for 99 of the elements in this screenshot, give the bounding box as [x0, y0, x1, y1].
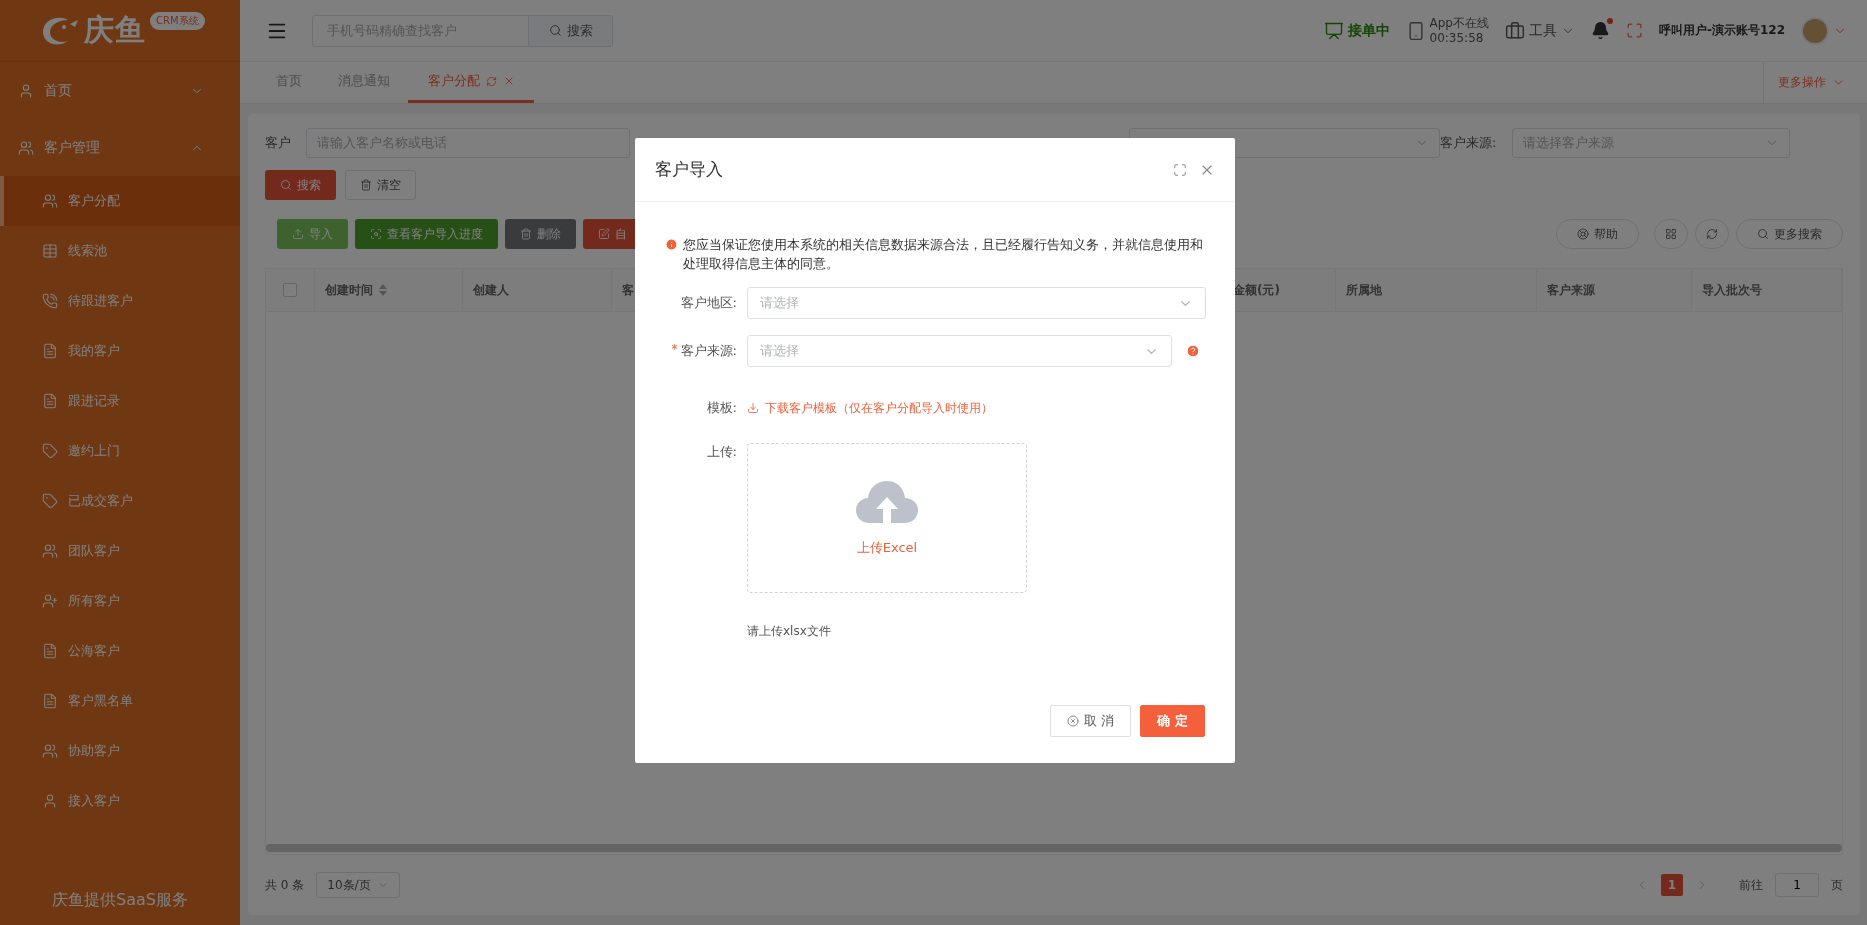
page-input[interactable]: 1	[1775, 873, 1819, 897]
field-label: 客户地区:	[680, 294, 737, 312]
columns-button[interactable]	[1654, 219, 1688, 249]
tag-icon	[42, 493, 58, 509]
people-icon	[18, 139, 34, 156]
tag-icon	[42, 443, 58, 459]
search-icon	[1757, 228, 1769, 240]
filter-label: 客户	[265, 134, 292, 152]
menu-item[interactable]: 我的客户	[0, 326, 240, 376]
field-label: 模板:	[706, 399, 737, 417]
search-icon	[280, 179, 292, 191]
refresh-icon	[485, 75, 497, 87]
person-icon	[42, 793, 58, 809]
menu-item[interactable]: 协助客户	[0, 726, 240, 776]
upload-hint: 请上传xlsx文件	[747, 623, 832, 640]
menu-group[interactable]: 客户管理	[0, 119, 240, 176]
goto-label: 前往	[1739, 876, 1763, 894]
scrollbar[interactable]	[266, 844, 1842, 852]
menu-item[interactable]: 跟进记录	[0, 376, 240, 426]
person-icon	[18, 82, 34, 99]
refresh-icon	[1706, 228, 1718, 240]
sort-icon[interactable]	[379, 284, 387, 296]
menu-item[interactable]: 线索池	[0, 226, 240, 276]
checkbox[interactable]	[283, 283, 297, 297]
page-size-select[interactable]: 10条/页	[316, 872, 401, 898]
filter-label: 客户来源:	[1440, 134, 1498, 152]
toolbar-button[interactable]: 查看客户导入进度	[355, 219, 498, 249]
field-label: 客户来源:	[680, 342, 737, 360]
select-field[interactable]: 请选择	[747, 335, 1172, 367]
trash-icon	[360, 179, 372, 191]
logo-text: 庆鱼	[84, 11, 146, 49]
menu-item[interactable]: 客户分配	[0, 176, 240, 226]
toolbox-icon	[1504, 20, 1525, 41]
menu-item[interactable]: 团队客户	[0, 526, 240, 576]
fullscreen-icon[interactable]	[1625, 22, 1643, 39]
confirm-button[interactable]: 确 定	[1140, 705, 1205, 737]
clear-button[interactable]: 清空	[345, 170, 416, 200]
search-button[interactable]: 搜索	[528, 15, 612, 46]
toolbar-button[interactable]: 导入	[277, 219, 348, 249]
download-icon	[747, 402, 759, 414]
table-icon	[42, 243, 58, 259]
document-icon	[42, 343, 58, 359]
people-icon	[42, 543, 58, 559]
chart-board-icon	[1323, 20, 1344, 41]
tab[interactable]: 客户分配	[408, 62, 534, 103]
help-icon[interactable]	[1186, 344, 1200, 358]
menu-group[interactable]: 首页	[0, 62, 240, 119]
sidebar-footer-text: 庆鱼提供SaaS服务	[51, 888, 189, 911]
menu-item[interactable]: 待跟进客户	[0, 276, 240, 326]
tools-menu[interactable]: 工具	[1528, 21, 1557, 40]
select-field[interactable]: 请选择	[747, 287, 1206, 319]
page-suffix: 页	[1831, 876, 1843, 894]
upload-area[interactable]: 上传Excel	[747, 443, 1027, 593]
menu-item[interactable]: 已成交客户	[0, 476, 240, 526]
column-header: 创建人	[463, 269, 612, 311]
menu-item[interactable]: 邀约上门	[0, 426, 240, 476]
fullscreen-icon[interactable]	[1173, 162, 1187, 177]
more-search-button[interactable]: 更多搜索	[1736, 219, 1843, 249]
document-icon	[42, 693, 58, 709]
column-header: 创建时间	[315, 269, 463, 311]
phone-icon	[42, 293, 58, 309]
search-icon	[548, 24, 562, 37]
help-button[interactable]: 帮助	[1556, 219, 1639, 249]
bell-icon[interactable]	[1590, 21, 1610, 40]
cloud-upload-icon	[856, 479, 918, 525]
document-icon	[42, 393, 58, 409]
dialog-title: 客户导入	[655, 158, 724, 181]
field-label: 上传:	[706, 443, 737, 461]
refresh-button[interactable]	[1695, 219, 1729, 249]
lifebuoy-icon	[1577, 228, 1589, 240]
app-status: App不在线 00:35:58	[1429, 15, 1489, 46]
more-actions-menu[interactable]: 更多操作	[1763, 62, 1867, 103]
search-button[interactable]: 搜索	[265, 170, 336, 200]
total-count: 共 0 条	[265, 876, 305, 894]
user-name[interactable]: 呼叫用户-演示账号122	[1658, 22, 1785, 39]
document-icon	[42, 643, 58, 659]
download-template-link[interactable]: 下载客户模板（仅在客户分配导入时使用）	[747, 399, 1205, 417]
add-person-icon	[42, 593, 58, 609]
menu-item[interactable]: 公海客户	[0, 626, 240, 676]
required-mark: *	[671, 342, 678, 358]
cancel-icon	[1067, 715, 1080, 727]
menu-item[interactable]: 所有客户	[0, 576, 240, 626]
logo-badge: CRM系统	[150, 12, 205, 30]
cancel-button[interactable]: 取 消	[1050, 705, 1132, 737]
people-icon	[42, 193, 58, 209]
column-header: 导入批次号	[1692, 269, 1842, 311]
info-icon	[665, 238, 678, 251]
grid-icon	[1665, 228, 1677, 240]
notice-text: 您应当保证您使用本系统的相关信息数据来源合法，且已经履行告知义务，并就信息使用和处理取得信息主体的同意。	[683, 236, 1204, 273]
upload-icon	[292, 228, 304, 240]
column-header: 所属地	[1336, 269, 1537, 311]
edit-icon	[598, 228, 610, 240]
people-icon	[42, 743, 58, 759]
menu-item[interactable]: 客户黑名单	[0, 676, 240, 726]
column-header: 客户来源	[1537, 269, 1692, 311]
avatar[interactable]	[1801, 16, 1829, 45]
page-button[interactable]: 1	[1661, 874, 1683, 896]
order-status[interactable]: 接单中	[1347, 21, 1390, 40]
menu-item[interactable]: 接入客户	[0, 776, 240, 826]
